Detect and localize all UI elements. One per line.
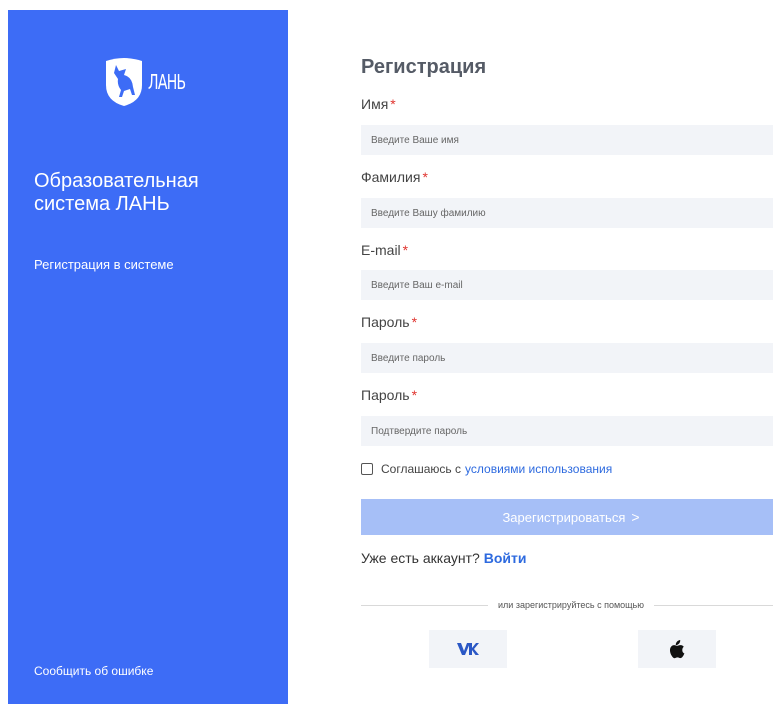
- system-title: Образовательная система ЛАНЬ: [34, 170, 199, 215]
- logo-word: ЛАНЬ: [148, 70, 186, 94]
- agree-row: Соглашаюсь с условиями использования: [361, 462, 612, 476]
- deer-shield-icon: [106, 58, 142, 106]
- last-name-input[interactable]: [361, 198, 773, 228]
- email-label: E-mail *: [361, 242, 409, 258]
- vk-login-button[interactable]: [429, 630, 507, 668]
- divider-line: [361, 604, 489, 606]
- last-name-label: Фамилия *: [361, 169, 428, 185]
- report-error-link[interactable]: Сообщить об ошибке: [34, 664, 153, 678]
- agree-checkbox[interactable]: [361, 463, 373, 475]
- lan-logo: ЛАНЬ: [104, 54, 204, 110]
- required-mark: *: [411, 387, 418, 403]
- have-account-text: Уже есть аккаунт?: [361, 550, 480, 566]
- register-button-label: Зарегистрироваться: [502, 509, 626, 525]
- apple-login-button[interactable]: [638, 630, 716, 668]
- system-subtitle: Регистрация в системе: [34, 257, 174, 272]
- first-name-label: Имя *: [361, 96, 396, 112]
- divider-line: [654, 604, 773, 606]
- sidebar-panel: ЛАНЬ Образовательная система ЛАНЬ Регист…: [8, 10, 288, 704]
- first-name-input[interactable]: [361, 125, 773, 155]
- login-link[interactable]: Войти: [484, 550, 527, 566]
- social-divider: или зарегистрируйтесь с помощью: [361, 598, 773, 612]
- terms-link[interactable]: условиями использования: [465, 462, 612, 476]
- apple-icon: [669, 639, 685, 658]
- agree-text: Соглашаюсь с: [381, 462, 462, 476]
- password-label: Пароль *: [361, 314, 418, 330]
- social-divider-text: или зарегистрируйтесь с помощью: [498, 600, 644, 610]
- email-input[interactable]: [361, 270, 773, 300]
- vk-icon: [457, 643, 479, 655]
- required-mark: *: [411, 314, 418, 330]
- have-account-row: Уже есть аккаунт? Войти: [361, 550, 527, 566]
- register-button[interactable]: Зарегистрироваться >: [361, 499, 773, 535]
- password-confirm-label: Пароль *: [361, 387, 418, 403]
- chevron-right-icon: >: [631, 509, 640, 525]
- required-mark: *: [390, 96, 396, 112]
- required-mark: *: [422, 169, 428, 185]
- password-confirm-input[interactable]: [361, 416, 773, 446]
- password-input[interactable]: [361, 343, 773, 373]
- page-title: Регистрация: [361, 56, 487, 78]
- required-mark: *: [402, 242, 409, 258]
